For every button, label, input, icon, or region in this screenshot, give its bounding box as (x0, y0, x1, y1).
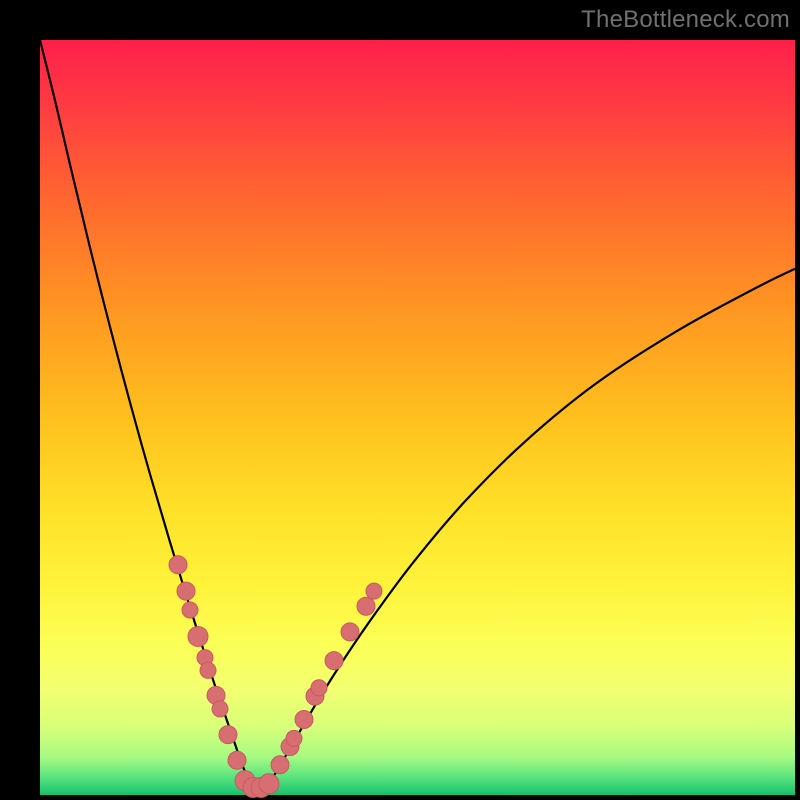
highlight-dot (228, 751, 246, 769)
highlight-dot (366, 583, 382, 599)
chart-frame: TheBottleneck.com (0, 0, 800, 800)
highlight-dot (325, 652, 343, 670)
highlight-dot (259, 774, 279, 794)
highlight-dot (177, 582, 195, 600)
highlight-dot (286, 730, 302, 746)
highlight-dot (295, 711, 313, 729)
highlight-dot (341, 623, 359, 641)
highlight-dot (271, 756, 289, 774)
curve-layer (40, 40, 795, 795)
highlight-dot (200, 662, 216, 678)
highlight-dot (311, 680, 327, 696)
highlight-dot (188, 626, 208, 646)
bottleneck-curve (40, 40, 795, 788)
highlight-dot (212, 701, 228, 717)
watermark-text: TheBottleneck.com (581, 6, 790, 34)
highlight-dot (357, 597, 375, 615)
highlight-dot (219, 726, 237, 744)
plot-area (40, 40, 795, 795)
highlight-dot (169, 556, 187, 574)
highlight-dot (182, 602, 198, 618)
highlight-dots-group (169, 556, 382, 798)
